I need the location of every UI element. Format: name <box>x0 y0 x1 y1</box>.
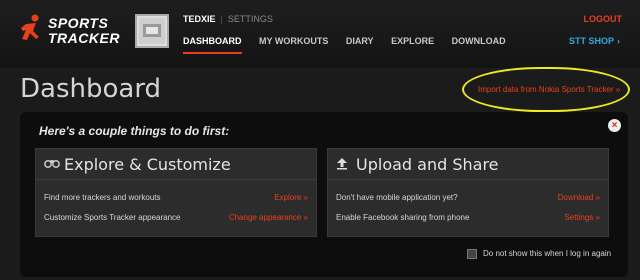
change-appearance-link[interactable]: Change appearance » <box>229 213 308 222</box>
upload-card-header: Upload and Share <box>328 149 608 180</box>
brand-name: SPORTS TRACKER <box>48 16 120 46</box>
find-trackers-label: Find more trackers and workouts <box>44 193 161 202</box>
nav-diary[interactable]: DIARY <box>346 36 374 46</box>
nav-my-workouts[interactable]: MY WORKOUTS <box>259 36 328 46</box>
avatar[interactable] <box>135 14 169 48</box>
dont-show-checkbox[interactable] <box>467 249 477 259</box>
runner-logo-icon <box>21 14 39 40</box>
brand-line-2: TRACKER <box>48 30 120 46</box>
customize-appearance-label: Customize Sports Tracker appearance <box>44 213 181 222</box>
stt-shop-label: STT SHOP <box>568 36 614 46</box>
avatar-image-icon <box>139 18 165 44</box>
explore-card: Explore & Customize Find more trackers a… <box>35 148 317 237</box>
dont-show-again: Do not show this when I log in again <box>467 249 611 259</box>
brand-line-1: SPORTS <box>48 15 109 31</box>
explore-card-header: Explore & Customize <box>36 149 316 180</box>
user-menu: TEDXIE | SETTINGS <box>183 14 273 24</box>
settings-link[interactable]: SETTINGS <box>228 14 273 24</box>
facebook-sharing-label: Enable Facebook sharing from phone <box>336 213 470 222</box>
upload-card-title: Upload and Share <box>356 155 499 174</box>
no-mobile-app-label: Don't have mobile application yet? <box>336 193 458 202</box>
import-nokia-link[interactable]: Import data from Nokia Sports Tracker » <box>478 85 620 94</box>
chevron-right-icon: › <box>617 36 620 46</box>
top-bar: SPORTS TRACKER TEDXIE | SETTINGS LOGOUT DA… <box>0 0 640 68</box>
import-highlight: Import data from Nokia Sports Tracker » <box>462 67 630 112</box>
close-icon[interactable]: × <box>608 119 621 132</box>
download-link[interactable]: Download » <box>558 193 600 202</box>
stt-shop-link[interactable]: STT SHOP › <box>569 36 620 46</box>
binoculars-icon <box>44 160 60 168</box>
sports-tracker-logo[interactable]: SPORTS TRACKER <box>18 14 128 50</box>
explore-card-title: Explore & Customize <box>64 155 231 174</box>
nav-explore[interactable]: EXPLORE <box>391 36 434 46</box>
panel-heading: Here's a couple things to do first: <box>39 124 230 138</box>
username-link[interactable]: TEDXIE <box>183 14 216 24</box>
nav-download[interactable]: DOWNLOAD <box>452 36 506 46</box>
page-title: Dashboard <box>20 74 162 104</box>
upload-arrow-icon <box>337 158 347 170</box>
user-menu-separator: | <box>220 14 223 24</box>
settings-link-card[interactable]: Settings » <box>564 213 600 222</box>
dont-show-label: Do not show this when I log in again <box>483 249 612 259</box>
logout-link[interactable]: LOGOUT <box>584 14 623 24</box>
getting-started-panel: Here's a couple things to do first: × Ex… <box>20 112 628 277</box>
explore-link[interactable]: Explore » <box>274 193 308 202</box>
upload-card: Upload and Share Don't have mobile appli… <box>327 148 609 237</box>
nav-dashboard[interactable]: DASHBOARD <box>183 36 242 54</box>
main-nav: DASHBOARD MY WORKOUTS DIARY EXPLORE DOWN… <box>183 36 521 54</box>
